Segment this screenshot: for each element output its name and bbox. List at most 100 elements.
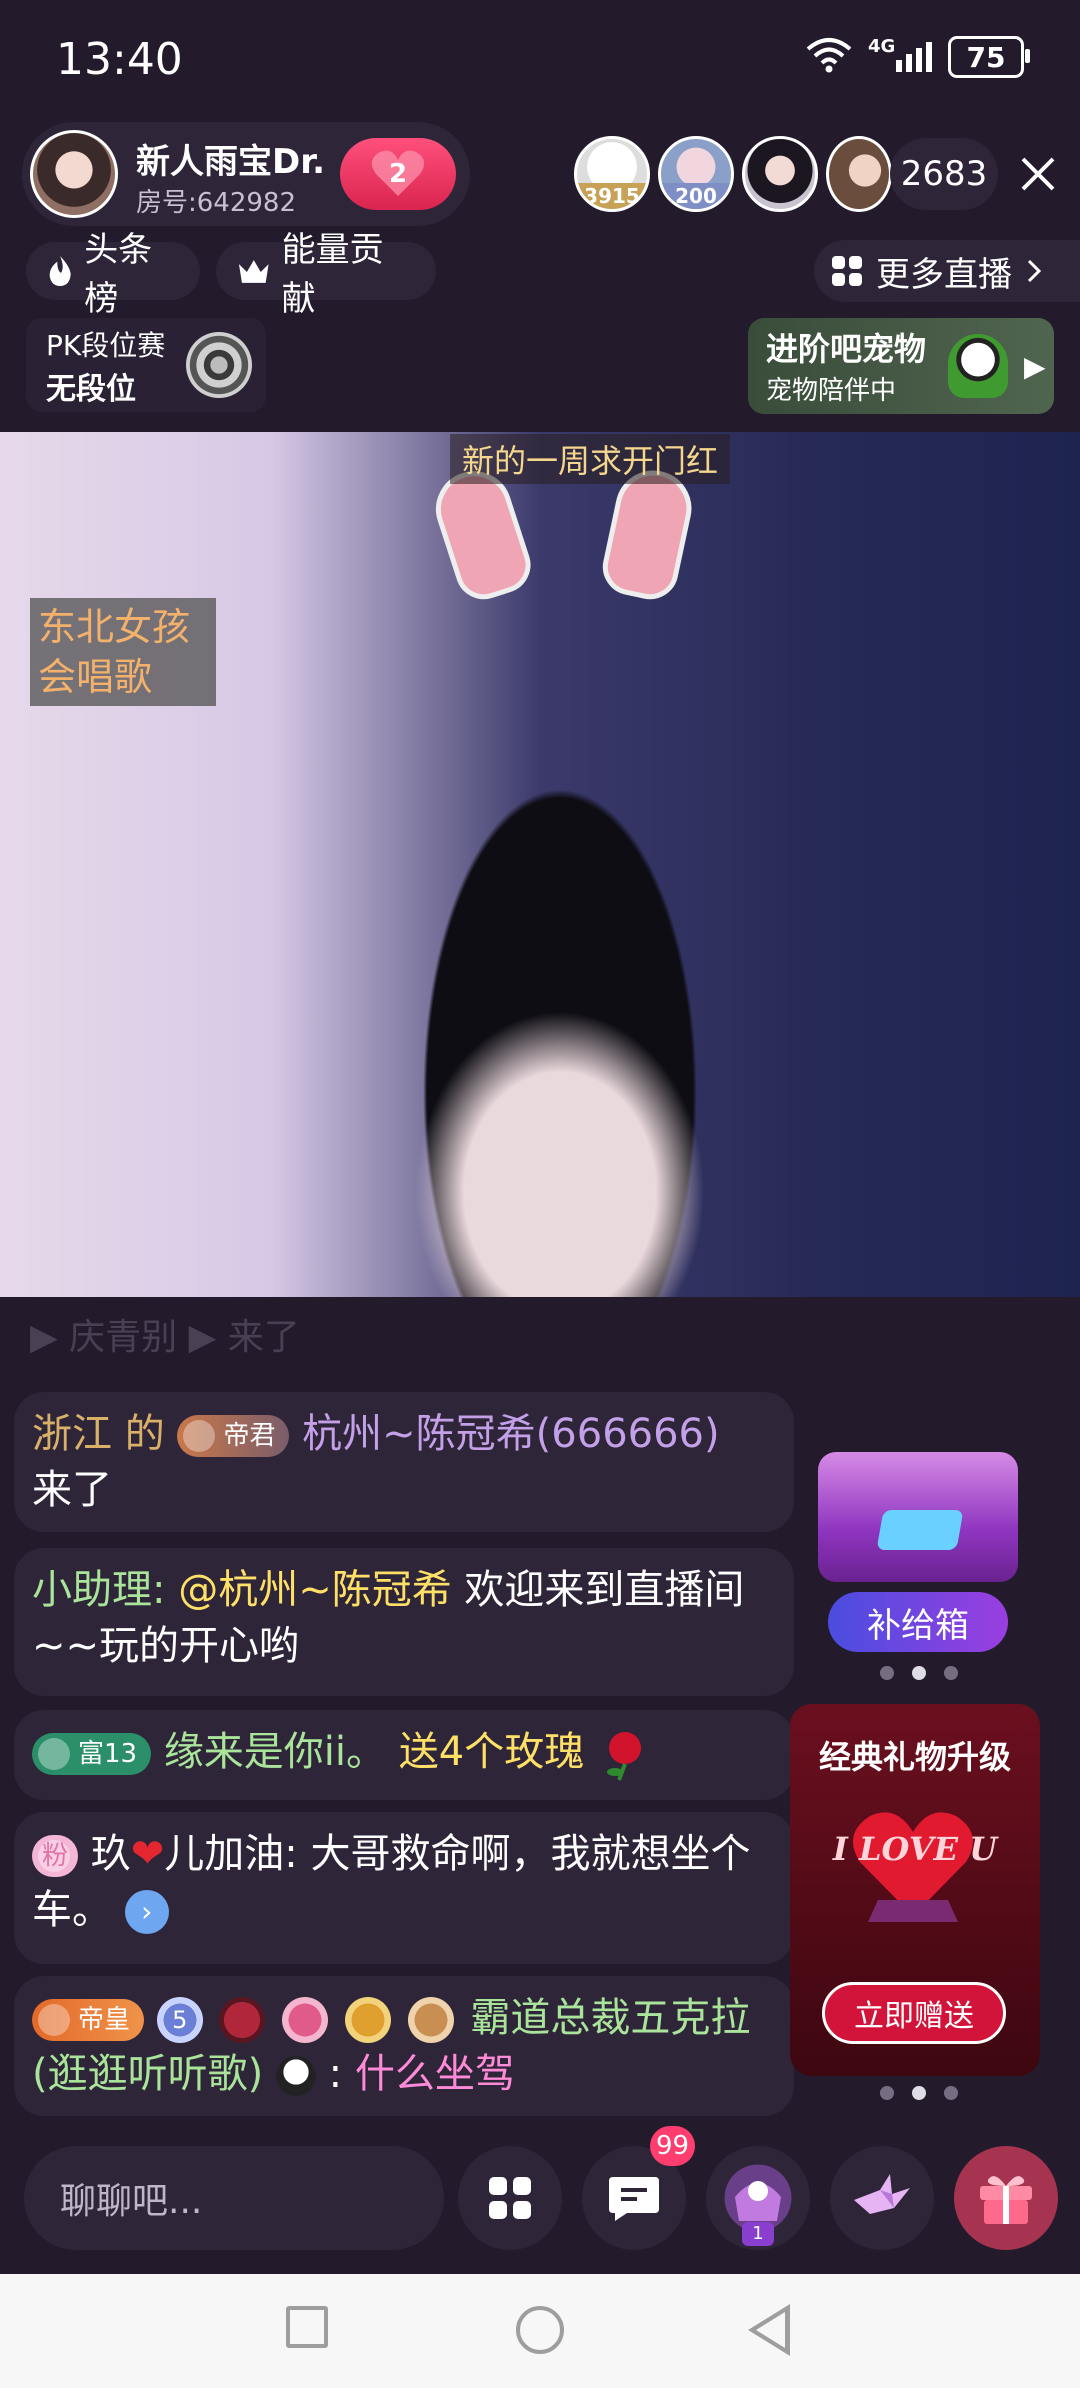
more-live-label: 更多直播: [876, 254, 1012, 295]
message-icon: [609, 2177, 659, 2221]
status-icons: 4G 75: [806, 36, 1030, 78]
chat-gift-text: 送4个玫瑰: [398, 1729, 585, 1775]
home-icon[interactable]: [516, 2306, 564, 2354]
paper-crane-button[interactable]: [830, 2146, 934, 2250]
host-name: 新人雨宝Dr.: [136, 142, 326, 182]
level-badge: 帝君: [177, 1415, 290, 1457]
chat-message[interactable]: 小助理: @杭州~陈冠希 欢迎来到直播间~~玩的开心哟: [14, 1548, 794, 1696]
paper-crane-icon: [854, 2174, 910, 2214]
gift-promo-card[interactable]: 经典礼物升级 I LOVE U 立即赠送: [790, 1704, 1040, 2076]
pager-dot: [944, 2086, 958, 2100]
gift-icon: [980, 2176, 1032, 2224]
message-count-badge: 99: [650, 2126, 696, 2166]
clock: 13:40: [56, 34, 183, 85]
emperor-badge: 帝皇: [32, 1999, 145, 2041]
rose-icon: [606, 1732, 641, 1781]
host-avatar[interactable]: [30, 130, 118, 218]
energy-contribution-label: 能量贡献: [281, 230, 384, 319]
chevron-right-icon: [1027, 259, 1042, 283]
host-tag-line-2: 会唱歌: [38, 655, 153, 699]
supply-pager: [880, 1666, 958, 1680]
viewer-badge: 3915: [577, 183, 647, 209]
gift-promo-pager: [880, 2086, 958, 2100]
chat-message[interactable]: 浙江 的 帝君 杭州~陈冠希(666666) 来了: [14, 1392, 794, 1532]
pet-panel[interactable]: 进阶吧宠物 宠物陪伴中 ▶: [748, 318, 1054, 414]
host-tag-box: 东北女孩 会唱歌: [30, 598, 216, 706]
seat-badge: 1: [742, 2222, 774, 2246]
panda-icon: [275, 2056, 316, 2096]
pager-dot: [944, 1666, 958, 1680]
level-medal: 5: [156, 1997, 203, 2043]
pk-rank-value: 无段位: [46, 372, 136, 407]
chat-of: 的: [112, 1411, 178, 1457]
video-caption: 新的一周求开门红: [450, 434, 731, 484]
network-type: 4G: [868, 36, 896, 57]
close-button[interactable]: [1008, 140, 1068, 208]
chat-user[interactable]: 缘来是你ii。: [164, 1729, 386, 1775]
grid-icon: [832, 256, 862, 286]
chat-text: 什么坐驾: [354, 2051, 515, 2097]
chat-sender: 小助理:: [32, 1567, 166, 1613]
more-features-button[interactable]: [458, 2146, 562, 2250]
medal-icon: [407, 1997, 454, 2043]
energy-contribution-chip[interactable]: 能量贡献: [216, 230, 436, 319]
chat-message[interactable]: 富13 缘来是你ii。 送4个玫瑰: [14, 1710, 794, 1800]
chat-faded-message: ▶ 庆青别 ▶ 来了: [30, 1317, 300, 1358]
viewer-avatar-4[interactable]: [826, 136, 892, 212]
gift-art-text: I LOVE U: [832, 1830, 998, 1868]
seat-button[interactable]: 1: [706, 2146, 810, 2250]
chat-user[interactable]: 杭州~陈冠希(666666): [302, 1411, 719, 1457]
gift-button[interactable]: [954, 2146, 1058, 2250]
expand-arrow-button[interactable]: ›: [124, 1890, 169, 1934]
pet-subtitle: 宠物陪伴中: [766, 376, 897, 406]
pk-rank-panel[interactable]: PK段位赛 无段位: [26, 318, 266, 412]
crown-icon: [238, 260, 269, 283]
chat-user-suffix[interactable]: 儿加油:: [164, 1831, 297, 1877]
chat-user-prefix[interactable]: 玖: [91, 1831, 131, 1877]
medal-icon: [219, 1997, 266, 2043]
medal-icon: [344, 1997, 391, 2043]
pk-title: PK段位赛: [46, 329, 166, 362]
pk-rank-icon: [186, 332, 252, 398]
chat-input[interactable]: 聊聊吧...: [24, 2146, 444, 2250]
live-video[interactable]: [0, 432, 1080, 1297]
chat-region: 浙江: [32, 1411, 112, 1457]
more-live-button[interactable]: 更多直播: [814, 240, 1080, 302]
battery-level: 75: [966, 40, 1006, 74]
viewer-avatar-2[interactable]: 200: [658, 136, 734, 212]
chat-message[interactable]: 帝皇 5 霸道总裁五克拉(逛逛听听歌) : 什么坐驾: [14, 1976, 794, 2116]
headline-rank-chip[interactable]: 头条榜: [26, 230, 200, 319]
back-icon-inner: [756, 2312, 785, 2348]
viewer-avatar-1[interactable]: 3915: [574, 136, 650, 212]
battery-icon: 75: [948, 36, 1030, 78]
headline-rank-label: 头条榜: [84, 230, 153, 319]
send-gift-button[interactable]: 立即赠送: [822, 1982, 1006, 2044]
status-bar: 13:40 4G 75: [0, 0, 1080, 120]
viewer-badge: 200: [661, 183, 731, 209]
supply-box-button[interactable]: 补给箱: [828, 1592, 1008, 1652]
medal-icon: [282, 1997, 329, 2043]
chat-message[interactable]: 粉 玖❤儿加油: 大哥救命啊，我就想坐个车。 ›: [14, 1812, 794, 1964]
wifi-icon: [806, 37, 852, 77]
host-tag-line-1: 东北女孩: [38, 605, 191, 649]
recents-icon[interactable]: [286, 2306, 328, 2348]
host-info-pill[interactable]: 新人雨宝Dr. 房号:642982 2: [22, 122, 470, 226]
viewer-avatar-3[interactable]: [742, 136, 818, 212]
follow-heart-button[interactable]: 2: [340, 138, 456, 210]
chat-text: 来了: [32, 1467, 112, 1513]
viewer-count[interactable]: 2683: [890, 138, 998, 210]
pet-title: 进阶吧宠物: [766, 330, 927, 368]
heart-icon: ❤: [130, 1831, 165, 1877]
pager-dot: [880, 1666, 894, 1680]
fan-badge: 粉: [32, 1835, 79, 1877]
grid-icon: [489, 2177, 531, 2219]
pager-dot-active: [912, 1666, 926, 1680]
follow-count: 2: [388, 159, 408, 189]
pager-dot-active: [912, 2086, 926, 2100]
gift-promo-title: 经典礼物升级: [818, 1738, 1011, 1776]
chat-mention[interactable]: @杭州~陈冠希: [178, 1567, 452, 1613]
panda-icon: [948, 334, 1008, 398]
gems-icon: [876, 1510, 964, 1550]
play-arrow-icon: ▶: [1024, 350, 1046, 383]
chat-separator: :: [315, 2051, 355, 2097]
